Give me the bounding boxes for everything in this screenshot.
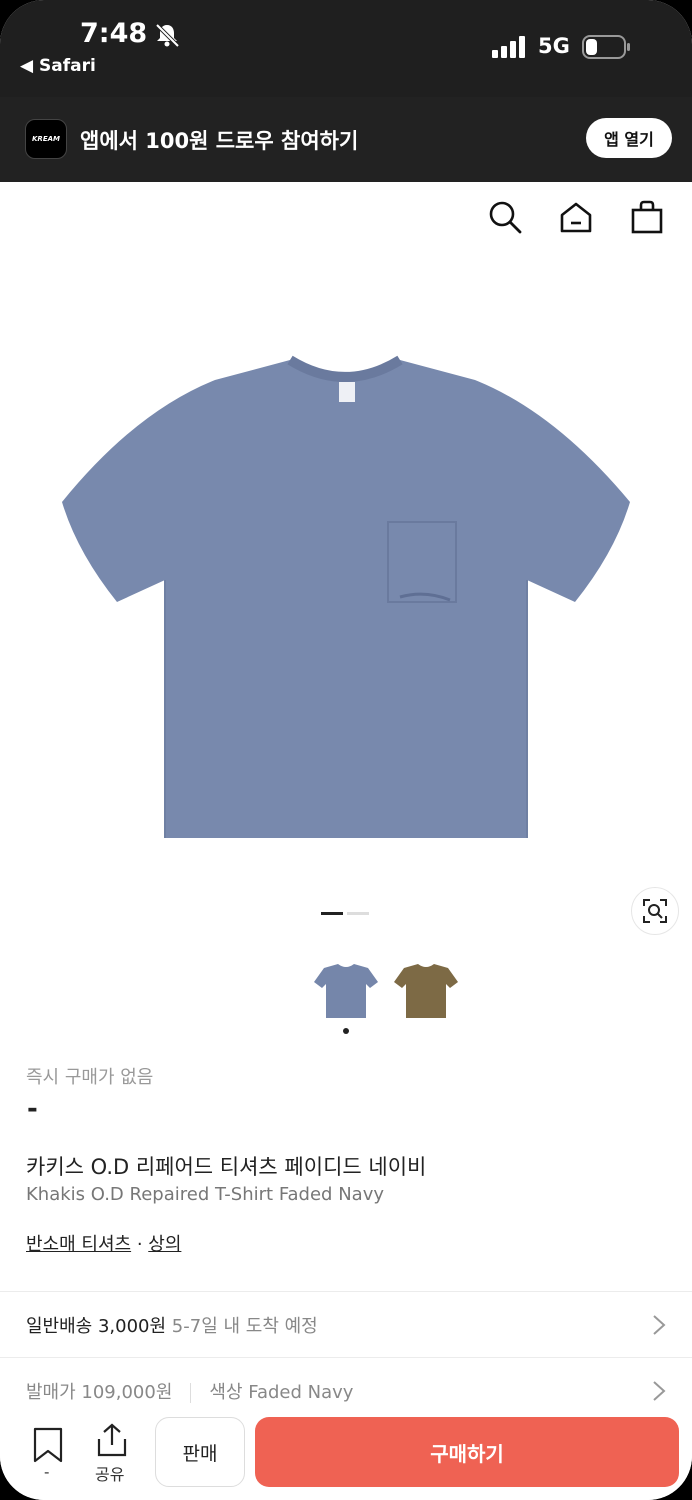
banner-text[interactable]: 앱에서 100원 드로우 참여하기 [80,125,358,155]
divider [0,1291,692,1292]
image-search-button[interactable] [631,887,679,935]
battery-icon [582,35,630,59]
thumbnail-faded-navy[interactable] [312,960,380,1020]
product-name-en: Khakis O.D Repaired T-Shirt Faded Navy [26,1184,384,1205]
bell-muted-icon [155,23,180,48]
pager-dot [347,912,369,915]
bottom-action-bar: - 공유 판매 구매하기 [0,1405,692,1500]
divider [0,1357,692,1358]
home-icon[interactable] [559,200,593,234]
open-app-button[interactable]: 앱 열기 [586,118,672,158]
shipping-eta: 5-7일 내 도착 예정 [171,1316,318,1337]
app-banner: KREAM 앱에서 100원 드로우 참여하기 앱 열기 [0,97,692,182]
vertical-divider [190,1383,192,1403]
shopping-bag-icon[interactable] [630,200,664,234]
price: - [27,1094,38,1124]
breadcrumb: 반소매 티셔츠 · 상의 [26,1230,181,1256]
pager-dot-active [321,912,343,915]
category-separator: · [131,1234,149,1255]
product-name-ko: 카키스 O.D 리페어드 티셔츠 페이디드 네이비 [26,1155,427,1179]
shipping-label: 일반배송 3,000원 [26,1316,167,1337]
chevron-right-icon[interactable] [652,1380,666,1402]
chevron-right-icon[interactable] [652,1314,666,1336]
phone-screen: 7:48 ◀ Safari 5G KREAM 앱에서 100원 드로우 참여하기… [0,0,692,1500]
search-icon[interactable] [488,200,522,234]
status-bar: 7:48 ◀ Safari 5G [0,0,692,97]
lens-icon [643,899,667,923]
release-price: 발매가 109,000원 [26,1382,173,1403]
bookmark-count: - [44,1463,50,1481]
status-time: 7:48 [80,18,148,49]
buy-button[interactable]: 구매하기 [255,1417,679,1487]
details-row[interactable]: 발매가 109,000원 색상 Faded Navy [26,1378,353,1404]
thumbnail-olive[interactable] [392,960,460,1020]
sell-button[interactable]: 판매 [155,1417,245,1487]
product-image[interactable] [55,352,637,842]
back-to-safari[interactable]: ◀ Safari [20,56,96,76]
kream-logo: KREAM [25,119,67,159]
thumbnail-selected-dot [343,1028,349,1034]
instant-buy-label: 즉시 구매가 없음 [26,1067,154,1088]
shipping-row[interactable]: 일반배송 3,000원 5-7일 내 도착 예정 [26,1312,318,1338]
share-label: 공유 [95,1465,125,1484]
color-info: 색상 Faded Navy [209,1382,354,1403]
category-link-tops[interactable]: 상의 [148,1234,181,1255]
category-link-tshirt[interactable]: 반소매 티셔츠 [26,1234,131,1255]
signal-icon [492,36,525,58]
bookmark-icon[interactable] [32,1427,64,1463]
network-type: 5G [538,34,570,58]
share-icon[interactable] [96,1423,128,1457]
